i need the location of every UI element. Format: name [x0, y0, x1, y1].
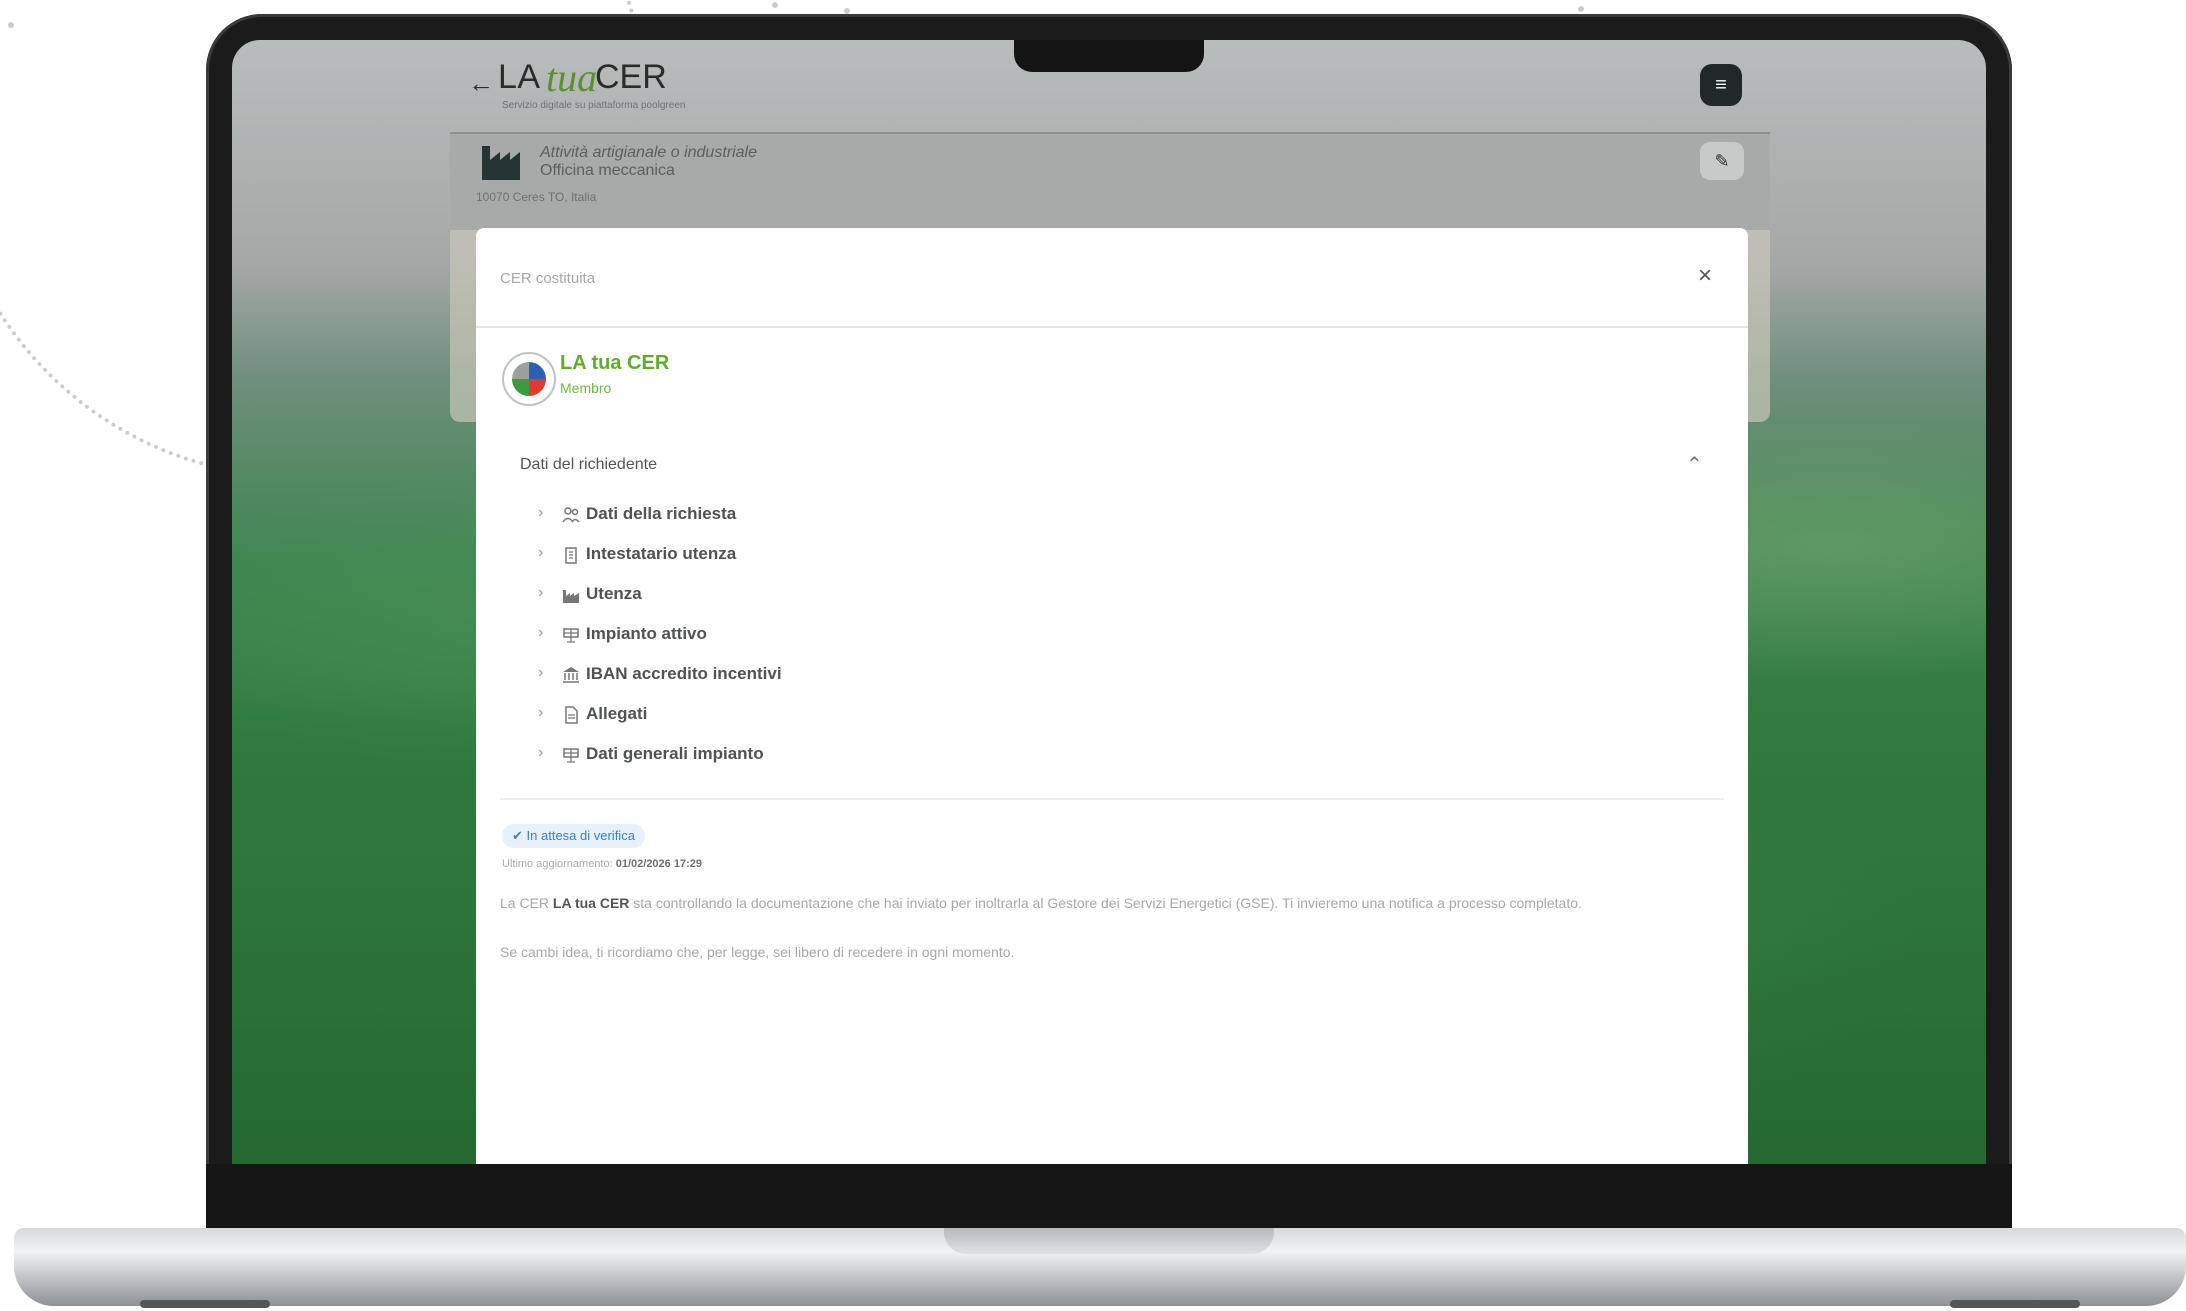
chevron-up-icon[interactable]: ⌃ — [1686, 452, 1703, 477]
edit-button[interactable]: ✎ — [1700, 142, 1744, 180]
chevron-right-icon: › — [538, 584, 544, 601]
accordion-label: IBAN accredito incentivi — [586, 664, 782, 683]
solar-panel-icon — [563, 748, 579, 763]
chevron-right-icon: › — [538, 704, 544, 721]
section-title[interactable]: Dati del richiedente — [520, 456, 657, 474]
logo-tagline: Servizio digitale su piattaforma poolgre… — [502, 100, 686, 111]
edit-icon: ✎ — [1714, 151, 1730, 171]
accordion-label: Dati generali impianto — [586, 744, 764, 763]
accordion-label: Intestatario utenza — [586, 544, 737, 563]
close-icon[interactable]: × — [1698, 262, 1712, 290]
modal-header: CER costituita × — [476, 228, 1748, 328]
accordion-item-utenza[interactable]: › Utenza — [538, 580, 1138, 610]
decorative-dot — [8, 22, 14, 28]
status-badge: ✔ In attesa di verifica — [502, 824, 645, 848]
accordion-item-dati-generali[interactable]: › Dati generali impianto — [538, 740, 1138, 770]
withdraw-message: Se cambi idea, ti ricordiamo che, per le… — [500, 944, 1015, 960]
accordion-item-impianto-attivo[interactable]: › Impianto attivo — [538, 620, 1138, 650]
status-message: La CER LA tua CER sta controllando la do… — [500, 892, 1710, 914]
message-org-name: LA tua CER — [552, 895, 630, 911]
bank-icon — [563, 667, 579, 683]
accordion-label: Dati della richiesta — [586, 504, 737, 523]
message-rest: sta controllando la documentazione che h… — [633, 895, 1582, 911]
chevron-right-icon: › — [538, 744, 544, 761]
accordion-label: Allegati — [586, 704, 648, 723]
accordion-item-intestatario[interactable]: › Intestatario utenza — [538, 540, 1138, 570]
last-update-value: 01/02/2026 17:29 — [615, 858, 702, 870]
laptop-opening-notch — [944, 1228, 1274, 1254]
chevron-right-icon: › — [538, 664, 544, 681]
activity-card: Attività artigianale o industriale Offic… — [450, 134, 1770, 230]
back-arrow-icon[interactable]: ← — [468, 68, 494, 99]
logo-tua: tua — [546, 55, 598, 100]
message-prefix: La CER — [500, 895, 550, 911]
chevron-right-icon: › — [538, 504, 544, 521]
accordion-item-allegati[interactable]: › Allegati — [538, 700, 1138, 730]
document-icon — [565, 706, 578, 724]
laptop-foot — [1950, 1300, 2080, 1308]
users-icon — [562, 507, 580, 523]
accordion-label: Impianto attivo — [586, 624, 707, 643]
divider — [500, 798, 1724, 800]
last-update-label: Ultimo aggiornamento: — [502, 858, 613, 870]
activity-title: Attività artigianale o industriale — [540, 144, 758, 161]
activity-address: 10070 Ceres TO, Italia — [476, 190, 597, 204]
laptop-foot — [140, 1300, 270, 1308]
building-icon — [565, 547, 577, 564]
logo-la: LA — [498, 58, 541, 96]
factory-icon — [563, 590, 579, 603]
accordion-label: Utenza — [586, 584, 642, 603]
chevron-right-icon: › — [538, 544, 544, 561]
menu-button[interactable]: ≡ — [1700, 64, 1742, 106]
check-icon: ✔ — [512, 828, 523, 843]
accordion-item-dati-richiesta[interactable]: › Dati della richiesta — [538, 500, 1138, 530]
factory-icon — [482, 146, 520, 180]
cer-modal: CER costituita × LA tua CER Membro Dati … — [476, 228, 1748, 1164]
solar-panel-icon — [563, 628, 579, 643]
accordion-item-iban[interactable]: › IBAN accredito incentivi — [538, 660, 1138, 690]
chevron-right-icon: › — [538, 624, 544, 641]
modal-title: CER costituita — [500, 270, 596, 287]
status-text: In attesa di verifica — [526, 828, 635, 843]
decorative-dot — [772, 2, 778, 8]
laptop-bottom-bezel — [206, 1164, 2012, 1232]
app-header: ← LA tua CER Servizio digitale su piatta… — [450, 40, 1770, 134]
logo-cer: CER — [595, 58, 667, 96]
decorative-dot — [1578, 6, 1584, 12]
last-update: Ultimo aggiornamento: 01/02/2026 17:29 — [502, 858, 702, 870]
activity-subtitle: Officina meccanica — [540, 162, 675, 179]
org-logo — [502, 352, 556, 406]
hamburger-icon: ≡ — [1715, 74, 1727, 96]
org-role: Membro — [560, 380, 612, 396]
org-name: LA tua CER — [560, 352, 670, 374]
